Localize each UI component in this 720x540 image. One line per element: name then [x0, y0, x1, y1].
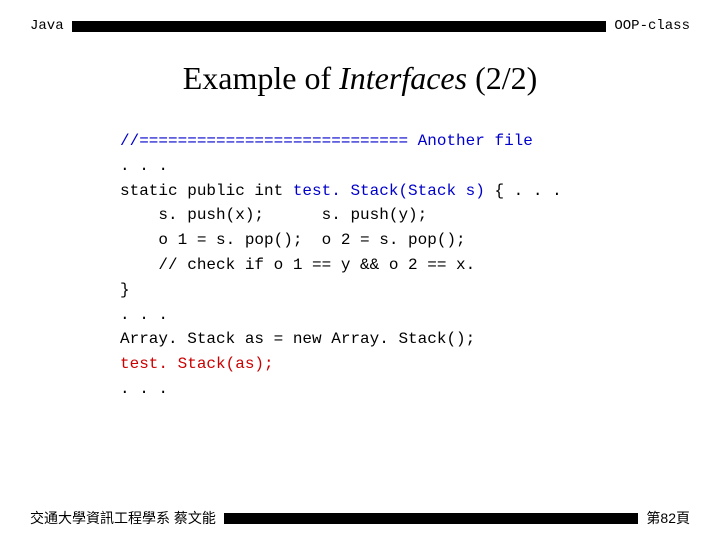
footer-rule [224, 513, 639, 524]
header-right-label: OOP-class [614, 18, 690, 34]
title-pre: Example of [183, 60, 339, 96]
slide-title: Example of Interfaces (2/2) [0, 60, 720, 97]
code-line-11: . . . [120, 380, 168, 398]
code-line-4: s. push(x); s. push(y); [120, 206, 427, 224]
code-line-1: //============================ Another f… [120, 132, 533, 150]
header-left-label: Java [30, 18, 64, 34]
code-line-8: . . . [120, 306, 168, 324]
footer-left-label: 交通大學資訊工程學系 蔡文能 [30, 508, 216, 528]
header-rule [72, 21, 607, 32]
code-line-9: Array. Stack as = new Array. Stack(); [120, 330, 475, 348]
code-line-7: } [120, 281, 130, 299]
code-line-5: o 1 = s. pop(); o 2 = s. pop(); [120, 231, 466, 249]
code-line-10: test. Stack(as); [120, 355, 274, 373]
title-post: (2/2) [467, 60, 537, 96]
title-italic: Interfaces [339, 60, 467, 96]
footer-page-number: 第82頁 [646, 508, 690, 528]
code-line-3a: static public int [120, 182, 293, 200]
slide-footer: 交通大學資訊工程學系 蔡文能 第82頁 [0, 508, 720, 528]
code-line-6: // check if o 1 == y && o 2 == x. [120, 256, 475, 274]
code-line-3c: { . . . [485, 182, 562, 200]
code-line-3b: test. Stack(Stack s) [293, 182, 485, 200]
code-line-2: . . . [120, 157, 168, 175]
slide-header: Java OOP-class [0, 0, 720, 42]
code-block: //============================ Another f… [120, 129, 720, 402]
